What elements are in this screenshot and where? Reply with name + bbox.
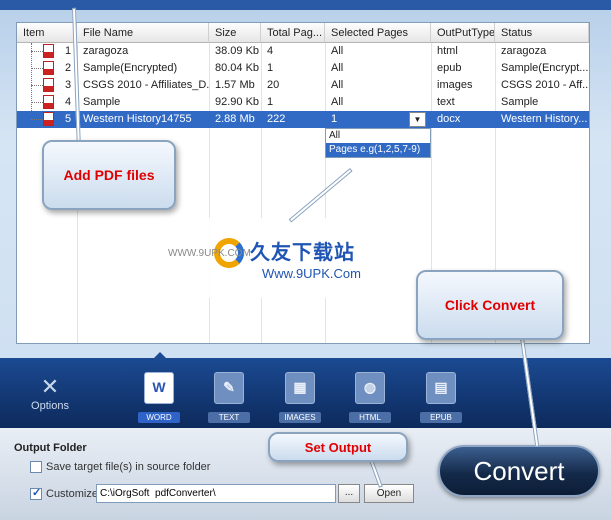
file-size: 2.88 Mb [215,113,255,125]
customize-label: Customize [46,488,98,500]
title-strip [0,0,611,10]
row-number: 1 [65,45,72,57]
file-name: zaragoza [83,45,129,57]
file-name: CSGS 2010 - Affiliates_D... [83,79,209,91]
customize-checkbox[interactable] [30,486,42,500]
word-doc-icon: W [144,372,174,404]
status: Western History... [501,113,588,125]
output-type[interactable]: text [431,94,495,111]
options-label: Options [31,400,69,412]
total-pages: 222 [267,113,286,125]
output-folder-title: Output Folder [14,442,87,454]
column-header-size[interactable]: Size [209,23,261,43]
selected-pages[interactable]: All [325,43,431,60]
selected-pages-dropdown-list[interactable]: All Pages e.g(1,2,5,7-9) [325,128,431,158]
file-size: 38.09 Kb [215,45,260,57]
callout-click-convert: Click Convert [416,270,564,340]
file-name: Sample(Encrypted) [83,62,178,74]
status: zaragoza [501,45,547,57]
status: CSGS 2010 - Aff... [501,79,589,91]
tree-branch [31,68,43,69]
format-button-word[interactable]: W WORD [138,372,180,423]
globe-icon: ◍ [355,372,385,404]
convert-button[interactable]: Convert [438,445,600,497]
watermark-side-text: WWW.9UPK.COM [168,248,251,259]
browse-button[interactable]: ... [338,484,360,503]
tree-branch [31,119,43,120]
column-header-status[interactable]: Status [495,23,589,43]
row-number: 4 [65,96,72,108]
table-row-selected[interactable]: 5 Western History14755 2.88 Mb 222 1 ▼ d… [17,111,589,128]
total-pages: 4 [267,45,274,57]
selected-pages-dropdown-button[interactable]: ▼ [409,112,426,127]
column-header-file-name[interactable]: File Name [77,23,209,43]
file-size: 80.04 Kb [215,62,260,74]
total-pages: 20 [267,79,280,91]
table-row[interactable]: 2 Sample(Encrypted) 80.04 Kb 1 All epub … [17,60,589,77]
format-label-html: HTML [349,412,391,423]
output-type[interactable]: html [431,43,495,60]
pdf-file-icon [43,95,54,109]
format-label-word: WORD [138,412,180,423]
open-folder-button[interactable]: Open [364,484,414,503]
format-label-text: TEXT [208,412,250,423]
format-toolbar: W WORD ✎ TEXT ▦ IMAGES ◍ HTML ▤ EPUB [0,358,611,428]
callout-add-pdf-files: Add PDF files [42,140,176,210]
images-icon: ▦ [285,372,315,404]
wrench-screwdriver-icon: ✕ [40,374,60,399]
watermark-url: Www.9UPK.Com [262,266,361,281]
column-header-output-type[interactable]: OutPutType [431,23,495,43]
pdf-file-icon [43,44,54,58]
total-pages: 1 [267,96,274,108]
table-row[interactable]: 4 Sample 92.90 Kb 1 All text Sample [17,94,589,111]
format-label-epub: EPUB [420,412,462,423]
selected-pages[interactable]: All [325,77,431,94]
dropdown-option-page-range[interactable]: Pages e.g(1,2,5,7-9) [326,143,430,157]
column-header-total-pages[interactable]: Total Pag... [261,23,325,43]
callout-set-output: Set Output [268,432,408,462]
watermark: 久友下载站 Www.9UPK.Com WWW.9UPK.COM [168,218,410,298]
file-size: 92.90 Kb [215,96,260,108]
column-header-item[interactable]: Item [17,23,77,43]
tree-branch [31,102,43,103]
total-pages: 1 [267,62,274,74]
tree-branch [31,51,43,52]
format-button-text[interactable]: ✎ TEXT [208,372,250,423]
file-name: Western History14755 [83,113,192,125]
row-number: 5 [65,113,72,125]
pdf-file-icon [43,61,54,75]
format-button-html[interactable]: ◍ HTML [349,372,391,423]
options-button[interactable]: ✕ Options [28,374,72,412]
table-row[interactable]: 1 zaragoza 38.09 Kb 4 All html zaragoza [17,43,589,60]
output-type[interactable]: docx [431,111,495,128]
row-number: 3 [65,79,72,91]
output-type[interactable]: images [431,77,495,94]
format-button-epub[interactable]: ▤ EPUB [420,372,462,423]
tree-branch [31,85,43,86]
selected-pages[interactable]: All [325,60,431,77]
watermark-site-name: 久友下载站 [250,242,355,264]
pdf-file-icon [43,78,54,92]
selected-pages[interactable]: 1 [325,111,407,128]
column-header-selected-pages[interactable]: Selected Pages [325,23,431,43]
pdf-file-icon [43,112,54,126]
output-path-input[interactable] [96,484,336,503]
save-in-source-label: Save target file(s) in source folder [46,461,211,473]
file-name: Sample [83,96,121,108]
text-doc-icon: ✎ [214,372,244,404]
output-type[interactable]: epub [431,60,495,77]
status: Sample [501,96,539,108]
save-in-source-checkbox[interactable] [30,461,42,473]
toolbar-notch [152,352,168,360]
table-row[interactable]: 3 CSGS 2010 - Affiliates_D... 1.57 Mb 20… [17,77,589,94]
row-number: 2 [65,62,72,74]
status: Sample(Encrypt... [501,62,589,74]
dropdown-option-all[interactable]: All [326,129,430,143]
selected-pages[interactable]: All [325,94,431,111]
file-size: 1.57 Mb [215,79,255,91]
epub-book-icon: ▤ [426,372,456,404]
format-button-images[interactable]: ▦ IMAGES [279,372,321,423]
format-label-images: IMAGES [279,412,321,423]
